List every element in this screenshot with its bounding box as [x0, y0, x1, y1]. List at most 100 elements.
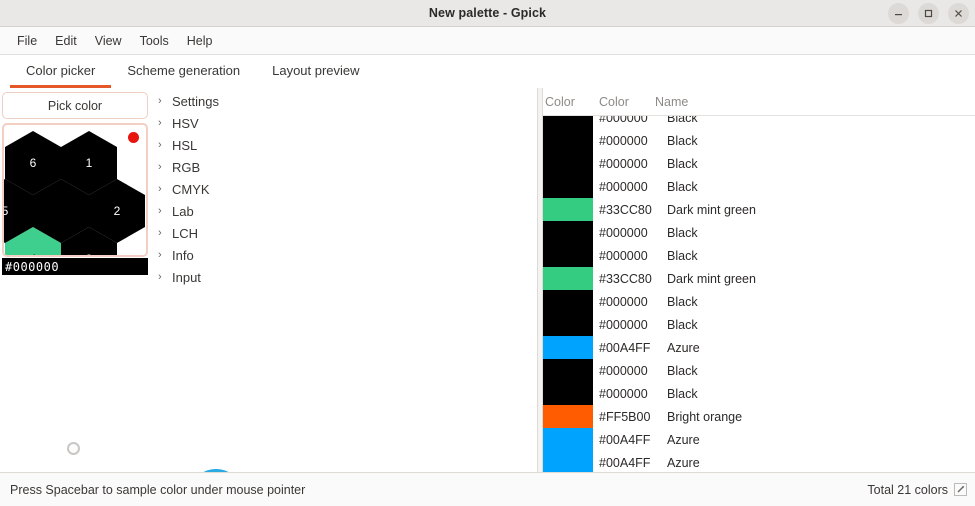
resize-grip-icon[interactable] [954, 483, 967, 496]
color-hex-value: #000000 [599, 156, 648, 171]
svg-text:onnect: onnect [242, 471, 387, 472]
color-swatch [543, 428, 593, 451]
table-row[interactable]: #000000 Black [543, 221, 975, 244]
maximize-button[interactable] [918, 3, 939, 24]
palette-pane: Color Color Name #000000 Black #000000 Blac… [543, 88, 975, 472]
color-hex-value: #000000 [599, 248, 648, 263]
color-hex-value: #000000 [599, 294, 648, 309]
window-controls [888, 0, 969, 27]
color-hex-value: #000000 [599, 225, 648, 240]
expander-lab[interactable]: › Lab [158, 200, 358, 222]
hex-swatch-3-label: 3 [86, 252, 93, 255]
expander-input[interactable]: › Input [158, 266, 358, 288]
table-row[interactable]: #000000 Black [543, 290, 975, 313]
color-hex-value: #000000 [599, 179, 648, 194]
menu-edit[interactable]: Edit [46, 31, 86, 51]
window-title: New palette - Gpick [428, 6, 547, 20]
palette-rows: #000000 Black #000000 Black #000000 Black #000… [543, 116, 975, 472]
color-swatch [543, 175, 593, 198]
expander-cmyk-label: CMYK [172, 181, 210, 197]
color-name-value: Azure [667, 432, 700, 447]
color-swatch [543, 382, 593, 405]
color-swatch [543, 244, 593, 267]
table-row[interactable]: #000000 Black [543, 382, 975, 405]
column-header-color-swatch[interactable]: Color [543, 95, 597, 109]
column-header-name[interactable]: Name [653, 95, 975, 109]
expander-cmyk[interactable]: › CMYK [158, 178, 358, 200]
color-swatch [543, 267, 593, 290]
maximize-icon [924, 9, 933, 18]
chevron-right-icon: › [158, 227, 162, 239]
tab-scheme-generation[interactable]: Scheme generation [111, 64, 256, 88]
table-row[interactable]: #000000 Black [543, 175, 975, 198]
color-hex-value: #33CC80 [599, 202, 652, 217]
color-swatch [543, 221, 593, 244]
status-bar: Press Spacebar to sample color under mou… [0, 472, 975, 506]
minimize-button[interactable] [888, 3, 909, 24]
table-row[interactable]: #00A4FF Azure [543, 451, 975, 472]
close-button[interactable] [948, 3, 969, 24]
menu-bar: File Edit View Tools Help [0, 27, 975, 55]
expander-rgb[interactable]: › RGB [158, 156, 358, 178]
color-swatch [543, 313, 593, 336]
menu-file[interactable]: File [8, 31, 46, 51]
color-name-value: Black [667, 363, 698, 378]
chevron-right-icon: › [158, 205, 162, 217]
expander-info[interactable]: › Info [158, 244, 358, 266]
expander-hsv[interactable]: › HSV [158, 112, 358, 134]
tab-color-picker[interactable]: Color picker [10, 64, 112, 88]
table-row[interactable]: #33CC80 Dark mint green [543, 198, 975, 221]
hexagon-swatch-grid: 1 2 3 4 5 6 [2, 123, 148, 257]
tab-layout-preview[interactable]: Layout preview [256, 64, 375, 88]
table-row[interactable]: #000000 Black [543, 152, 975, 175]
color-hex-value: #000000 [599, 363, 648, 378]
color-swatch [543, 336, 593, 359]
color-hex-value: #000000 [599, 317, 648, 332]
color-space-expanders: › Settings › HSV › HSL › RGB › CMYK › Lab › LCH… [158, 88, 358, 288]
hex-swatch-5-label: 5 [2, 204, 9, 218]
table-row[interactable]: #00A4FF Azure [543, 428, 975, 451]
main-body: Pick color 1 2 3 4 5 6 #000000 › Settings… [0, 88, 975, 472]
current-color-hex: #000000 [2, 258, 148, 275]
menu-view[interactable]: View [86, 31, 131, 51]
minimize-icon [895, 14, 902, 16]
status-total: Total 21 colors [867, 482, 948, 497]
color-name-value: Black [667, 317, 698, 332]
expander-rgb-label: RGB [172, 159, 201, 175]
chevron-right-icon: › [158, 271, 162, 283]
gpick-window: New palette - Gpick File Edit View Tools… [0, 0, 975, 506]
expander-lch[interactable]: › LCH [158, 222, 358, 244]
color-name-value: Black [667, 179, 698, 194]
table-row[interactable]: #000000 Black [543, 244, 975, 267]
expander-input-label: Input [172, 269, 201, 285]
expander-settings[interactable]: › Settings [158, 90, 358, 112]
menu-tools[interactable]: Tools [131, 31, 178, 51]
palette-list[interactable]: #000000 Black #000000 Black #000000 Black #000… [543, 116, 975, 472]
table-row[interactable]: #000000 Black [543, 359, 975, 382]
table-row[interactable]: #33CC80 Dark mint green [543, 267, 975, 290]
table-row[interactable]: #000000 Black [543, 313, 975, 336]
expander-hsl[interactable]: › HSL [158, 134, 358, 156]
color-name-value: Black [667, 248, 698, 263]
color-name-value: Black [667, 116, 698, 125]
color-swatch [543, 290, 593, 313]
color-swatch [543, 405, 593, 428]
pick-color-button[interactable]: Pick color [2, 92, 148, 119]
color-name-value: Dark mint green [667, 202, 756, 217]
color-swatch [543, 359, 593, 382]
expander-hsl-label: HSL [172, 137, 198, 153]
hex-swatch-4-label: 4 [30, 252, 37, 255]
expander-lab-label: Lab [172, 203, 194, 219]
chevron-right-icon: › [158, 249, 162, 261]
hex-swatch-6-label: 6 [29, 156, 37, 170]
color-swatch [543, 129, 593, 152]
table-row[interactable]: #000000 Black [543, 116, 975, 129]
table-row[interactable]: #000000 Black [543, 129, 975, 152]
menu-help[interactable]: Help [178, 31, 222, 51]
table-row[interactable]: #00A4FF Azure [543, 336, 975, 359]
color-name-value: Azure [667, 455, 700, 470]
color-hex-value: #00A4FF [599, 455, 651, 470]
table-row[interactable]: #FF5B00 Bright orange [543, 405, 975, 428]
hex-swatch-2-label: 2 [113, 204, 121, 218]
column-header-color-hex[interactable]: Color [597, 95, 653, 109]
